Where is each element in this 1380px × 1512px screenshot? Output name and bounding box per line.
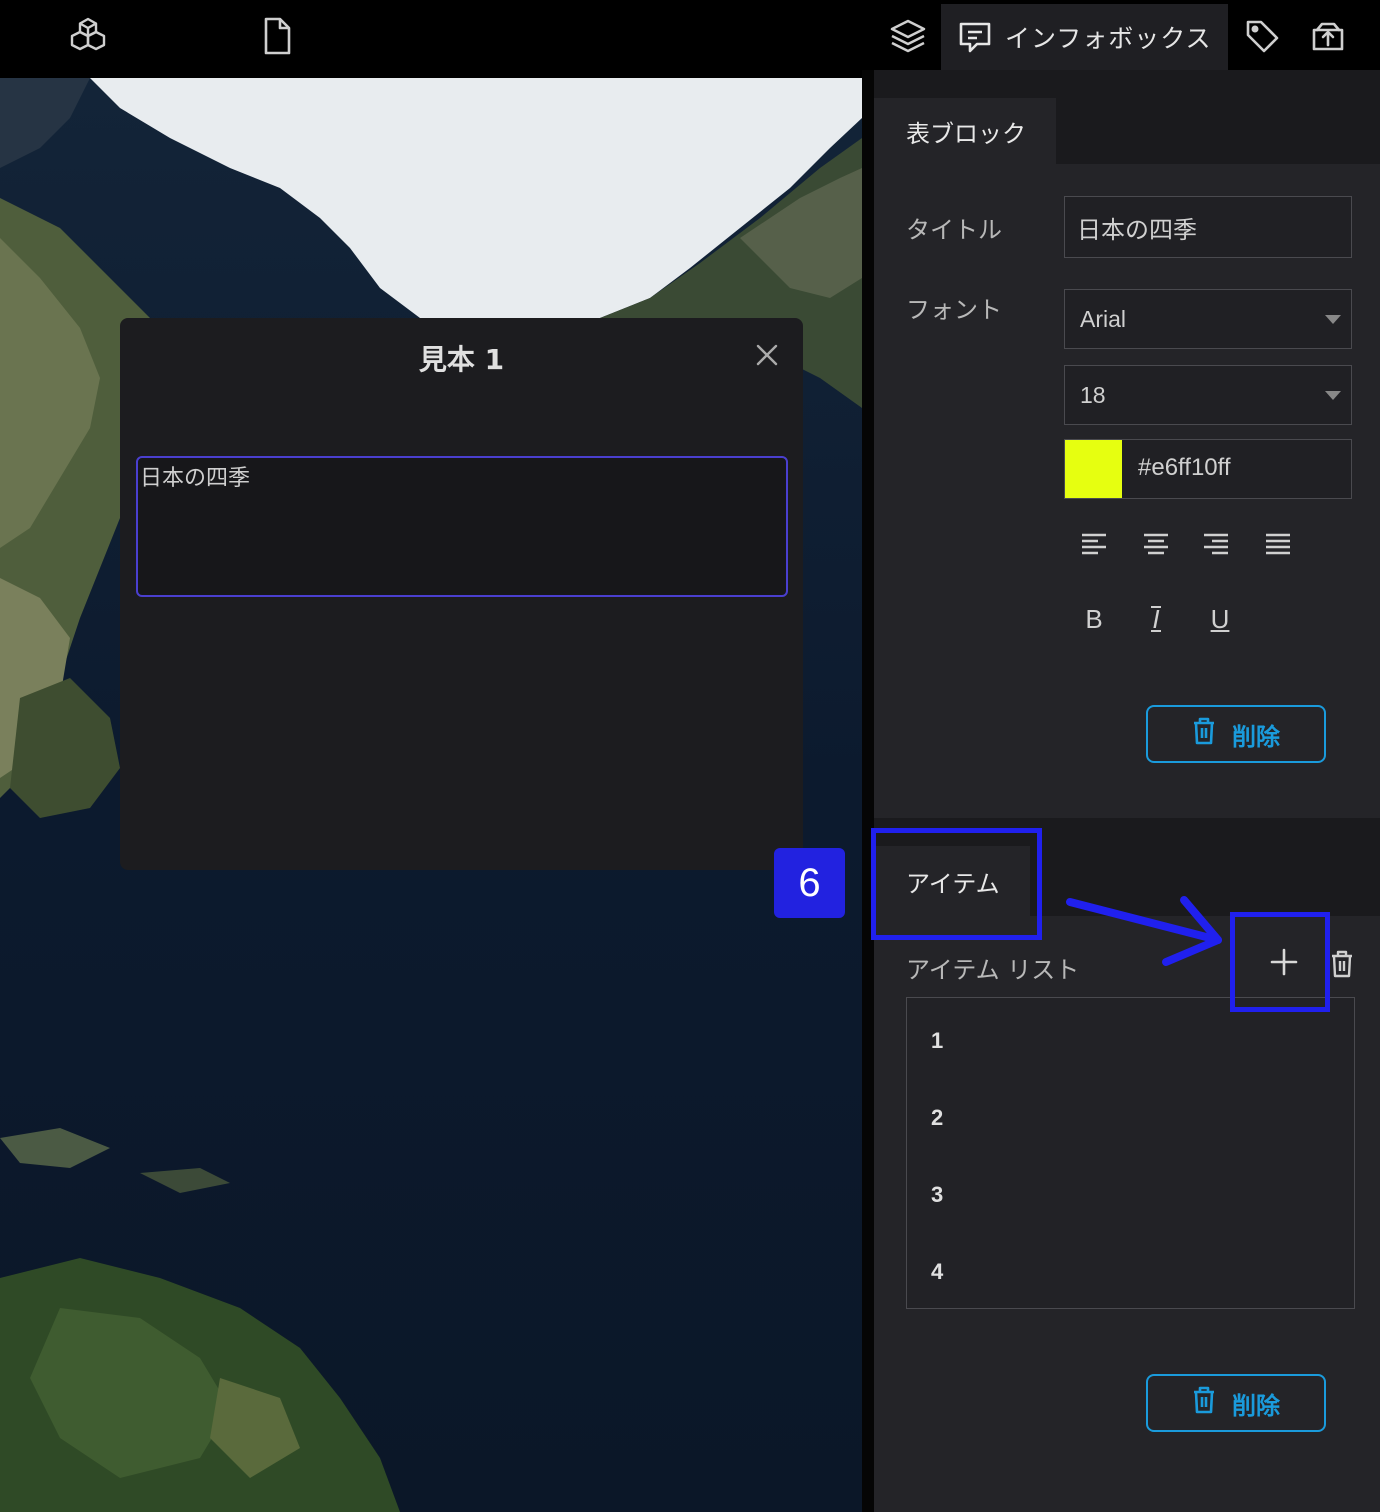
list-item[interactable]: 4 <box>931 1259 943 1285</box>
tab-table-block[interactable]: 表ブロック <box>874 98 1056 164</box>
arrow-annotation <box>1066 896 1222 966</box>
chevron-down-icon <box>1325 315 1341 324</box>
font-label: フォント <box>906 296 1002 324</box>
title-input[interactable] <box>1077 213 1351 241</box>
tab-infobox-label: インフォボックス <box>1005 24 1212 53</box>
font-size-value: 18 <box>1080 381 1106 408</box>
top-toolbar: インフォボックス <box>0 0 1380 78</box>
item-list-label: アイテム リスト <box>906 956 1080 984</box>
color-swatch[interactable] <box>1065 440 1122 498</box>
italic-button[interactable]: I <box>1136 599 1176 639</box>
list-item[interactable]: 1 <box>931 1028 943 1054</box>
layers-icon[interactable] <box>886 14 930 58</box>
font-family-value: Arial <box>1080 305 1127 332</box>
align-justify-button[interactable] <box>1258 524 1298 564</box>
tab-infobox[interactable]: インフォボックス <box>941 4 1228 70</box>
align-left-button[interactable] <box>1074 524 1114 564</box>
delete-items-section-button[interactable]: 削除 <box>1146 1374 1326 1432</box>
list-item[interactable]: 2 <box>931 1105 943 1131</box>
italic-label: I <box>1151 604 1161 634</box>
align-right-button[interactable] <box>1196 524 1236 564</box>
close-icon[interactable] <box>750 338 784 372</box>
file-icon[interactable] <box>255 14 299 58</box>
title-label: タイトル <box>906 216 1002 244</box>
color-hex-value: #e6ff10ff <box>1138 454 1231 481</box>
infobox-preview-dialog: 見本 1 <box>120 318 803 870</box>
bold-button[interactable]: B <box>1074 599 1114 639</box>
delete-items-label: 削除 <box>1232 1392 1280 1420</box>
cube-cluster-icon[interactable] <box>66 14 110 58</box>
list-item[interactable]: 3 <box>931 1182 943 1208</box>
trash-icon <box>1192 1386 1216 1421</box>
step-badge: 6 <box>774 848 845 918</box>
delete-block-button[interactable]: 削除 <box>1146 705 1326 763</box>
dialog-content-text[interactable] <box>136 456 788 597</box>
export-icon[interactable] <box>1306 14 1350 58</box>
highlight-add-button <box>1230 912 1330 1012</box>
font-color-field[interactable]: #e6ff10ff <box>1064 439 1352 499</box>
dialog-title: 見本 1 <box>418 343 505 376</box>
tag-icon[interactable] <box>1240 14 1284 58</box>
font-size-select[interactable]: 18 <box>1064 365 1352 425</box>
chevron-down-icon <box>1325 391 1341 400</box>
trash-icon <box>1332 950 1352 978</box>
font-family-select[interactable]: Arial <box>1064 289 1352 349</box>
item-list: 1 2 3 4 <box>906 997 1355 1309</box>
align-center-button[interactable] <box>1136 524 1176 564</box>
panel-divider <box>862 70 874 1512</box>
infobox-icon <box>957 19 993 55</box>
delete-block-label: 削除 <box>1232 723 1280 751</box>
highlight-items-tab <box>871 828 1042 940</box>
title-field[interactable] <box>1064 196 1352 258</box>
underline-button[interactable]: U <box>1200 599 1240 639</box>
trash-icon <box>1192 717 1216 752</box>
properties-panel: 表ブロック タイトル フォント Arial 18 #e6ff10ff B I U <box>874 70 1380 1512</box>
